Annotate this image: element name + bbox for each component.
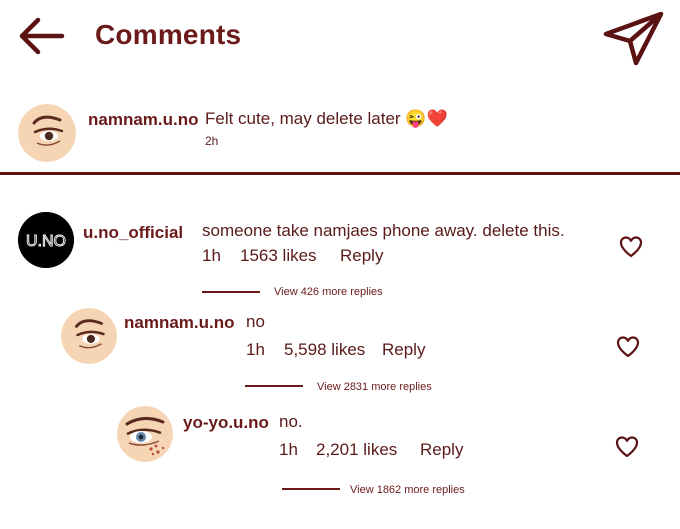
back-button[interactable] xyxy=(16,14,68,58)
face-illustration-icon xyxy=(18,104,76,162)
reply-button[interactable]: Reply xyxy=(340,246,383,266)
face-illustration-icon xyxy=(61,308,117,364)
like-button[interactable] xyxy=(616,336,640,358)
brand-logo-text: U.NO xyxy=(26,233,66,250)
comment-text: no. xyxy=(279,412,303,431)
post-caption-text: Felt cute, may delete later xyxy=(205,109,401,128)
comment-likes[interactable]: 2,201 likes xyxy=(316,440,397,460)
view-more-replies-link[interactable]: View 426 more replies xyxy=(274,286,383,298)
view-more-replies-link[interactable]: View 2831 more replies xyxy=(317,381,432,393)
comment-avatar[interactable] xyxy=(61,308,117,364)
like-button[interactable] xyxy=(615,436,639,458)
paper-plane-icon xyxy=(603,11,664,66)
comment-time: 1h xyxy=(279,440,298,459)
reply-button[interactable]: Reply xyxy=(382,340,425,360)
comment-likes[interactable]: 1563 likes xyxy=(240,246,317,266)
heart-icon xyxy=(616,336,640,358)
post-time: 2h xyxy=(205,134,219,148)
brand-logo-icon: U.NO xyxy=(18,212,74,268)
view-replies-line xyxy=(245,385,303,387)
view-replies-line xyxy=(282,488,340,490)
post-author-username[interactable]: namnam.u.no xyxy=(88,110,199,130)
arrow-left-icon xyxy=(19,17,65,55)
reply-button[interactable]: Reply xyxy=(420,440,463,460)
view-replies-line xyxy=(202,291,260,293)
page-title: Comments xyxy=(95,19,242,50)
eye-illustration-icon xyxy=(117,406,173,462)
comment-text: someone take namjaes phone away. delete … xyxy=(202,221,565,240)
share-button[interactable] xyxy=(600,10,666,68)
heart-icon xyxy=(615,436,639,458)
view-more-replies-link[interactable]: View 1862 more replies xyxy=(350,484,465,496)
comment-time: 1h xyxy=(246,340,265,359)
comment-username[interactable]: yo-yo.u.no xyxy=(183,413,269,433)
post-author-avatar[interactable] xyxy=(18,104,76,162)
heart-icon xyxy=(619,236,643,258)
section-divider xyxy=(0,172,680,175)
like-button[interactable] xyxy=(619,236,643,258)
comment-likes[interactable]: 5,598 likes xyxy=(284,340,365,360)
post-caption-emoji: 😜❤️ xyxy=(405,109,448,128)
comment-username[interactable]: namnam.u.no xyxy=(124,313,235,333)
comment-username[interactable]: u.no_official xyxy=(83,223,183,243)
comment-text: no xyxy=(246,312,265,331)
comment-time: 1h xyxy=(202,246,221,265)
post-caption: Felt cute, may delete later 😜❤️ xyxy=(205,109,448,129)
comment-avatar[interactable]: U.NO xyxy=(18,212,74,268)
comment-avatar[interactable] xyxy=(117,406,173,462)
